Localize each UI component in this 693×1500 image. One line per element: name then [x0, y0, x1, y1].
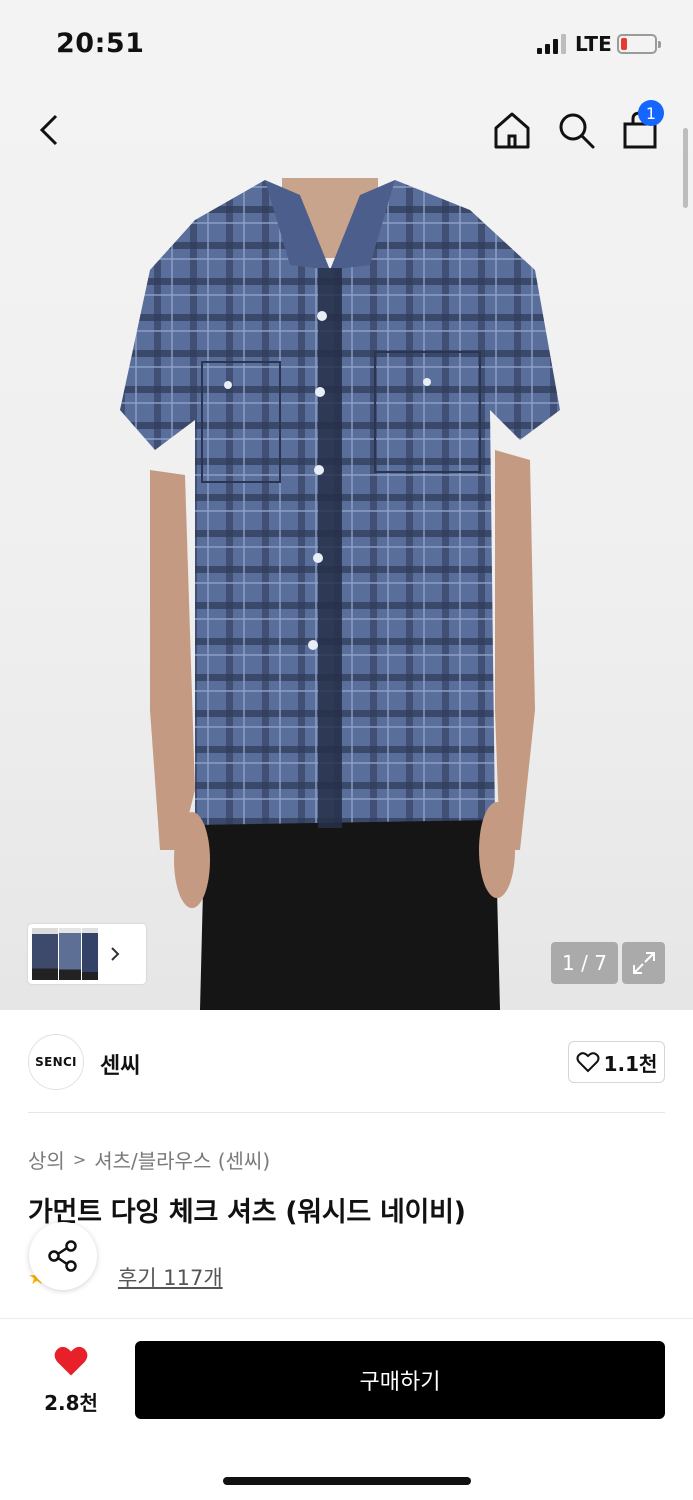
brand-logo[interactable]: SENCI	[28, 1034, 84, 1090]
status-time: 20:51	[56, 28, 145, 59]
product-photo	[120, 178, 560, 1010]
heart-outline-icon	[576, 1052, 600, 1073]
share-icon	[48, 1240, 77, 1272]
cart-button[interactable]: 1	[616, 100, 664, 154]
breadcrumb-chevron-icon: >	[72, 1150, 87, 1169]
status-bar: 20:51 LTE	[0, 0, 693, 90]
wish-button[interactable]: 2.8천	[38, 1345, 104, 1416]
brand-like-count: 1.1천	[603, 1051, 658, 1076]
cart-count-badge: 1	[638, 100, 664, 126]
thumbnail-strip[interactable]	[28, 924, 146, 984]
signal-icon	[537, 34, 567, 54]
network-label: LTE	[575, 32, 612, 56]
page-indicator: 1 / 7	[551, 942, 618, 984]
brand-row: SENCI 센씨 1.1천	[28, 1034, 665, 1092]
chevron-left-icon	[39, 114, 58, 146]
top-nav: 1	[0, 90, 693, 170]
search-button[interactable]	[552, 106, 600, 154]
search-icon	[559, 113, 595, 149]
thumbnail-1[interactable]	[32, 928, 58, 980]
bottom-action-bar: 2.8천 구매하기	[0, 1318, 693, 1500]
expand-icon	[632, 952, 655, 974]
buy-button[interactable]: 구매하기	[135, 1341, 665, 1419]
wish-count: 2.8천	[44, 1391, 98, 1415]
expand-button[interactable]	[622, 942, 665, 984]
breadcrumb-subcategory[interactable]: 셔츠/블라우스 (센씨)	[94, 1145, 270, 1174]
product-title: 가먼트 다잉 체크 셔츠 (워시드 네이비)	[28, 1197, 466, 1228]
scrollbar[interactable]	[683, 128, 688, 208]
brand-like-button[interactable]: 1.1천	[568, 1041, 665, 1083]
review-link[interactable]: 후기 117개	[118, 1262, 223, 1292]
thumbnail-2[interactable]	[59, 928, 81, 980]
chevron-right-icon	[111, 947, 120, 961]
heart-filled-icon	[54, 1346, 88, 1376]
battery-icon	[617, 34, 661, 54]
divider	[28, 1112, 665, 1113]
back-button[interactable]	[26, 106, 74, 154]
brand-name[interactable]: 센씨	[100, 1048, 140, 1080]
breadcrumb: 상의 > 셔츠/블라우스 (센씨)	[28, 1145, 270, 1174]
home-indicator	[223, 1477, 471, 1485]
share-button[interactable]	[29, 1222, 97, 1290]
breadcrumb-category[interactable]: 상의	[28, 1145, 65, 1174]
home-icon	[494, 112, 530, 149]
thumbnail-3[interactable]	[82, 928, 98, 980]
home-button[interactable]	[488, 106, 536, 154]
product-image[interactable]	[0, 90, 693, 1010]
